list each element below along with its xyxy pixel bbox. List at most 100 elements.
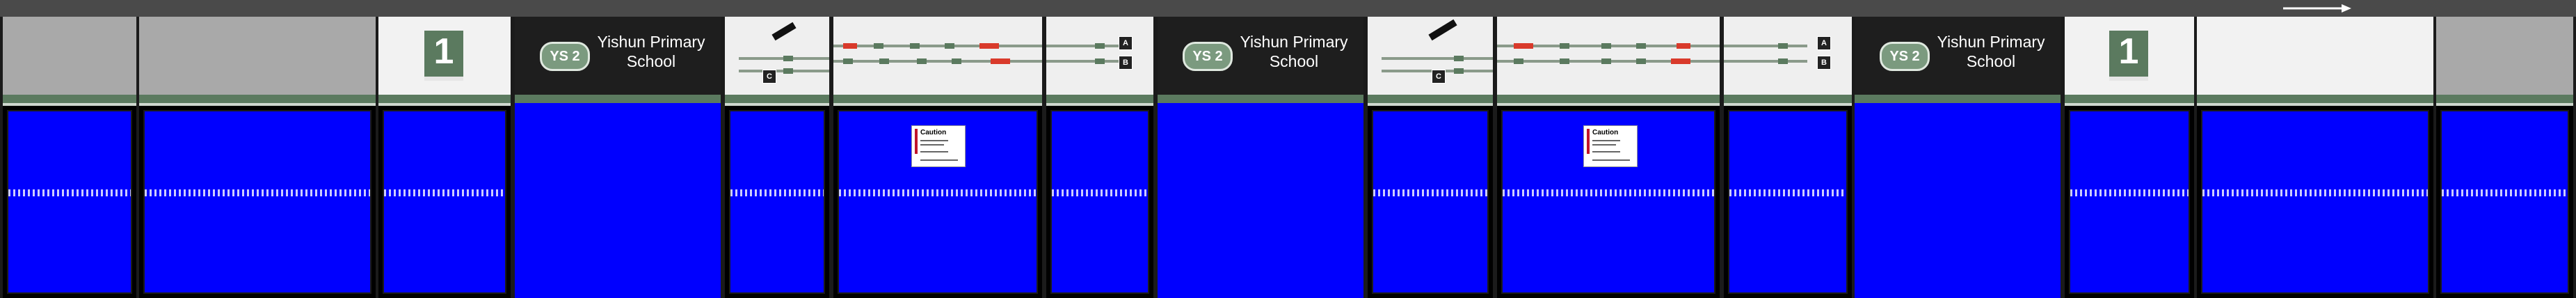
line-map-graphic: [1382, 19, 1493, 74]
panel-header: [3, 17, 136, 95]
panel-stripe-light: [2197, 103, 2433, 106]
screen-dot-pattern: [8, 189, 131, 196]
caution-title: Caution: [920, 129, 947, 136]
map-direction-a: A: [1119, 36, 1133, 50]
panel-header: [2197, 17, 2433, 95]
screen-dot-pattern: [145, 189, 370, 196]
line-map-graphic: [833, 43, 1042, 64]
screen-dot-pattern: [2070, 189, 2189, 196]
caution-text-line: [1592, 159, 1630, 161]
panel-stripe: [833, 95, 1042, 103]
caution-text-line: [920, 159, 958, 161]
panel-header: YS 2 Yishun Primary School: [1855, 17, 2061, 95]
screen-dot-pattern: [2202, 189, 2428, 196]
blue-screen: [2201, 110, 2429, 294]
blue-screen: [1372, 110, 1489, 294]
map-direction-b: B: [1119, 56, 1133, 70]
platform-number-sign: 1: [424, 31, 463, 81]
station-code-badge: YS 2: [540, 42, 590, 71]
line-map: C: [1368, 17, 1493, 95]
caution-sticker: Caution: [911, 125, 966, 167]
station-name-line-1: Yishun Primary: [1240, 33, 1348, 51]
map-direction-c: C: [1432, 70, 1446, 84]
panel-stripe-light: [1046, 103, 1153, 106]
station-name-line-2: School: [1269, 52, 1319, 70]
screen-dot-pattern: [1052, 189, 1148, 196]
station-name-line-1: Yishun Primary: [597, 33, 705, 51]
panel-stripe-light: [1368, 103, 1493, 106]
panel-stripe: [3, 95, 136, 103]
screen-door-panel: Caution: [833, 17, 1042, 298]
blue-screen: [1050, 110, 1149, 294]
map-direction-a: A: [1817, 36, 1831, 50]
panel-stripe-light: [3, 103, 136, 106]
caution-text-line: [920, 140, 948, 141]
station-code-badge: YS 2: [1183, 42, 1233, 71]
line-map: [1497, 17, 1720, 95]
station-name-line-1: Yishun Primary: [1937, 33, 2045, 51]
station-name-line-2: School: [626, 52, 676, 70]
screen-door-panel: 1: [2065, 17, 2194, 298]
caution-text-line: [1592, 151, 1620, 152]
panel-header: [139, 17, 376, 95]
panel-stripe: [1368, 95, 1493, 103]
screen-door-panel: C: [1368, 17, 1493, 298]
screen-door-panel: A B: [1724, 17, 1852, 298]
panel-stripe-light: [833, 103, 1042, 106]
blue-screen: [729, 110, 825, 294]
platform-number-sign: 1: [2109, 31, 2148, 81]
screen-dot-pattern: [839, 189, 1037, 196]
line-map: A B: [1724, 17, 1852, 95]
map-direction-c: C: [762, 70, 776, 84]
panel-stripe-light: [2065, 103, 2194, 106]
panel-header: YS 2 Yishun Primary School: [515, 17, 721, 95]
line-map: A B: [1046, 17, 1153, 95]
line-map-graphic: [739, 22, 829, 74]
screen-door-panel: [139, 17, 376, 298]
screen-dot-pattern: [384, 189, 505, 196]
blue-screen: [383, 110, 506, 294]
panel-stripe-light: [378, 103, 511, 106]
panel-stripe: [2065, 95, 2194, 103]
screen-door-panel: YS 2 Yishun Primary School: [1855, 17, 2061, 298]
map-direction-b: B: [1817, 56, 1831, 70]
station-name: Yishun Primary School: [595, 32, 707, 71]
screen-door-panel: [3, 17, 136, 298]
panel-stripe: [2436, 95, 2573, 103]
panel-stripe: [1497, 95, 1720, 103]
station-name: Yishun Primary School: [1238, 32, 1350, 71]
screen-dot-pattern: [1729, 189, 1846, 196]
panel-stripe: [725, 95, 829, 103]
panel-stripe-light: [139, 103, 376, 106]
screen-door-panel: C: [725, 17, 829, 298]
caution-bar: [1587, 129, 1590, 154]
caution-sticker: Caution: [1583, 125, 1638, 167]
line-map-graphic: [1046, 43, 1123, 64]
caution-text-line: [920, 151, 948, 152]
panel-stripe: [1724, 95, 1852, 103]
blue-screen: [1855, 103, 2061, 298]
blue-screen: [143, 110, 371, 294]
blue-screen: [7, 110, 132, 294]
line-map-graphic: [1724, 43, 1807, 64]
station-name-line-2: School: [1966, 52, 2016, 70]
station-name: Yishun Primary School: [1935, 32, 2047, 71]
panel-stripe: [378, 95, 511, 103]
screen-dot-pattern: [2442, 189, 2568, 196]
screen-door-panel: YS 2 Yishun Primary School: [515, 17, 721, 298]
screen-door-panel: [2436, 17, 2573, 298]
blue-screen: [515, 103, 721, 298]
screen-door-panel: 1: [378, 17, 511, 298]
panel-header: YS 2 Yishun Primary School: [1158, 17, 1363, 95]
blue-screen: [1728, 110, 1848, 294]
caution-text-line: [1592, 144, 1616, 146]
caution-text-line: [920, 144, 944, 146]
station-code-badge: YS 2: [1880, 42, 1930, 71]
panel-stripe: [1046, 95, 1153, 103]
blue-screen: [2440, 110, 2569, 294]
panel-stripe: [1855, 95, 2061, 103]
panel-stripe: [1158, 95, 1363, 103]
panel-stripe-light: [2436, 103, 2573, 106]
screen-door-panel: A B: [1046, 17, 1153, 298]
caution-title: Caution: [1592, 129, 1619, 136]
